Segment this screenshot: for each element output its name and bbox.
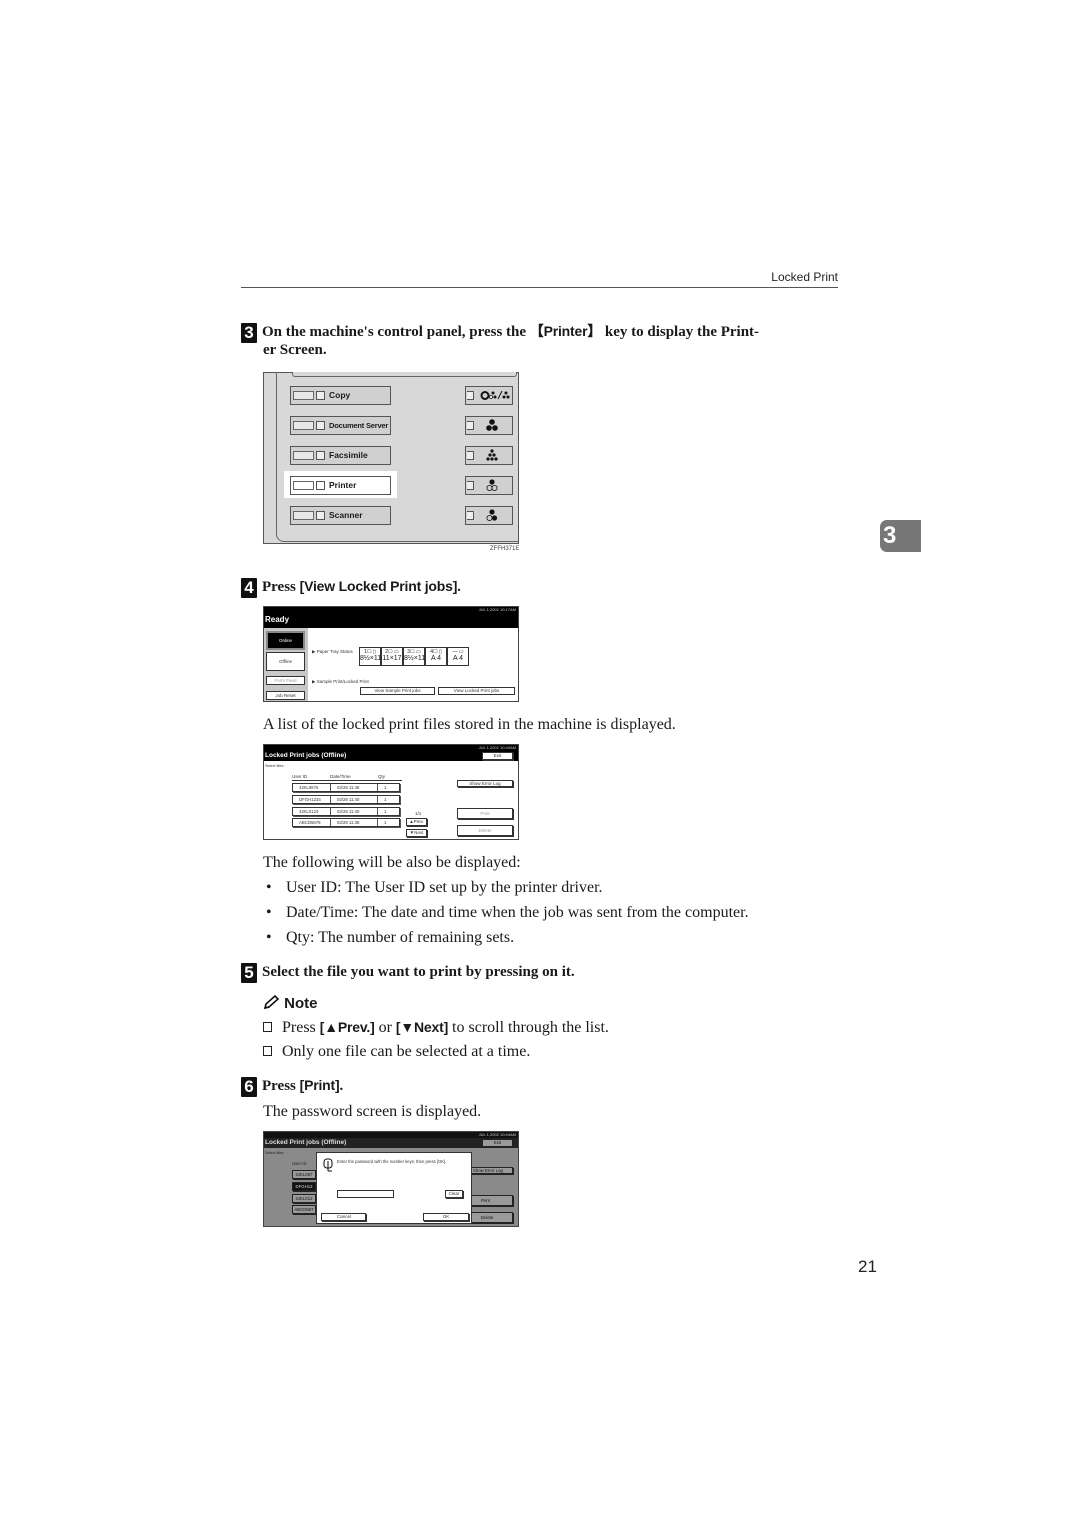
chapter-tab: 3	[880, 520, 921, 552]
col-user-id: User ID	[292, 774, 308, 779]
tray-4: 4☐ ▯ A 4	[425, 647, 447, 666]
col-user-id: User ID	[292, 1161, 307, 1166]
delete-button[interactable]: Delete	[470, 1212, 513, 1223]
print-button[interactable]: Print	[470, 1195, 513, 1206]
two-color-key[interactable]	[465, 506, 513, 525]
full-color-key[interactable]	[465, 416, 513, 435]
step-5-heading: 5 Select the file you want to print by pr…	[241, 963, 841, 983]
auto-color-key[interactable]	[465, 386, 513, 405]
step-6-heading: 6 Press [Print].	[241, 1076, 841, 1097]
step-number: 6	[241, 1077, 257, 1097]
full-color-icon	[486, 419, 498, 431]
exit-button[interactable]: Exit	[482, 1139, 513, 1147]
print-button[interactable]: Print	[457, 808, 513, 819]
tray-2: 2☐ ▭ 11×17	[381, 647, 403, 666]
step-number: 4	[241, 578, 257, 598]
job-row[interactable]: 3JKL087	[292, 1170, 316, 1179]
show-error-log-button[interactable]: Show Error Log	[457, 780, 513, 787]
job-reset-button[interactable]: Job Reset	[266, 691, 305, 700]
view-locked-key-label: [View Locked Print jobs]	[299, 578, 458, 594]
black-icon	[486, 479, 498, 491]
next-button[interactable]: ▼Next	[406, 829, 427, 837]
view-locked-print-jobs-button[interactable]: View Locked Print jobs	[438, 687, 515, 695]
password-dialog: Enter the password with the number keys,…	[316, 1152, 472, 1224]
bullet-item: • Qty: The number of remaining sets.	[266, 929, 515, 946]
job-row[interactable]: DFGH1234 03/28 11:40 1	[292, 795, 400, 804]
bullet-item: • User ID: The User ID set up by the prin…	[266, 879, 603, 896]
select-files-label: Select files.	[265, 764, 285, 768]
cancel-button[interactable]: Cancel	[321, 1213, 366, 1221]
screen-title: Ready	[264, 613, 518, 628]
prev-button[interactable]: ▲Prev.	[406, 818, 427, 826]
bullet-item: • Date/Time: The date and time when the j…	[266, 904, 749, 921]
info-icon	[323, 1158, 333, 1172]
tray-1: 1☐ ▯ 8½×11	[359, 647, 381, 666]
also-displayed-intro: The following will be also be displayed:	[263, 854, 521, 871]
job-row[interactable]: 3JKL0876 03/28 11:48 1	[292, 783, 400, 792]
sample-print-label: ▶ Sample Print/Locked Print	[312, 679, 369, 684]
running-header: Locked Print	[241, 270, 838, 288]
delete-button[interactable]: Delete	[457, 825, 513, 836]
password-screen-text: The password screen is displayed.	[263, 1103, 482, 1120]
print-key-label: [Print]	[299, 1077, 340, 1093]
tray-3: 3☐ ▭ 8½×11	[403, 647, 425, 666]
select-files-label: Select files.	[265, 1151, 285, 1155]
figure-code: ZFFH371E	[490, 546, 520, 552]
note-heading: Note	[263, 994, 318, 1012]
job-row[interactable]: 3JKL012	[292, 1194, 316, 1203]
step-3-heading: 3 On the machine's control panel, press t…	[241, 322, 841, 343]
offline-button[interactable]: Offline	[266, 652, 305, 671]
section-title: Locked Print	[771, 270, 838, 284]
paper-tray-label: ▶ Paper Tray Status	[312, 649, 353, 654]
checkbox-bullet-icon	[263, 1022, 272, 1032]
view-sample-print-jobs-button[interactable]: View Sample Print jobs	[360, 687, 435, 695]
form-feed-button[interactable]: Form Feed	[266, 676, 305, 685]
locked-print-jobs-screen: JUL 1,2002 10:40AM Locked Print jobs (Of…	[263, 744, 519, 840]
scanner-key[interactable]: Scanner	[290, 506, 391, 525]
clear-button[interactable]: Clear	[445, 1190, 463, 1198]
screen-title: Locked Print jobs (Offline)	[264, 751, 518, 761]
show-error-log-button[interactable]: Show Error Log	[470, 1167, 513, 1174]
color-mode-icon	[480, 390, 510, 400]
printer-key[interactable]: Printer	[290, 476, 391, 495]
online-button[interactable]: Online	[266, 631, 305, 650]
facsimile-key[interactable]: Facsimile	[290, 446, 391, 465]
copy-key[interactable]: Copy	[290, 386, 391, 405]
exit-button[interactable]: Exit	[482, 752, 513, 760]
col-qty: Qty	[378, 774, 386, 779]
note-item: Only one file can be selected at a time.	[263, 1042, 530, 1062]
page-indicator: 1/1	[415, 811, 422, 816]
black-white-key[interactable]	[465, 476, 513, 495]
step-3-continuation: er Screen.	[263, 342, 327, 358]
step-4-heading: 4 Press [View Locked Print jobs].	[241, 577, 841, 598]
step-number: 3	[241, 323, 257, 343]
job-row-selected[interactable]: DFGH12	[292, 1182, 316, 1191]
bypass-tray: — ▭ A 4	[447, 647, 469, 666]
page-number: 21	[858, 1257, 877, 1276]
job-row[interactable]: ABCD567	[292, 1205, 316, 1214]
ok-button[interactable]: OK	[423, 1213, 469, 1221]
document-server-key[interactable]: Document Server	[290, 416, 391, 435]
control-panel-figure: Copy Document Server Facsimile Printer S…	[263, 372, 519, 544]
two-color-icon	[486, 509, 498, 521]
intro-text: A list of the locked print files stored …	[263, 716, 676, 733]
password-input[interactable]	[337, 1190, 394, 1198]
password-screen: JUL 1,2002 10:44AM Locked Print jobs (Of…	[263, 1131, 519, 1227]
single-color-key[interactable]	[465, 446, 513, 465]
dialog-message: Enter the password with the number keys,…	[337, 1159, 447, 1164]
ready-screen: JUL 1,2002 10:17AM Ready Online Offline …	[263, 606, 519, 702]
checkbox-bullet-icon	[263, 1046, 272, 1056]
printer-key-label: 【Printer】	[529, 323, 602, 339]
job-row[interactable]: 3JKL0123 03/28 11:40 1	[292, 807, 400, 816]
four-color-icon	[486, 449, 498, 461]
pencil-icon	[263, 994, 280, 1010]
job-row[interactable]: ABCD5678 03/28 11:38 1	[292, 818, 400, 827]
screen-title: Locked Print jobs (Offline)	[264, 1138, 518, 1148]
step-number: 5	[241, 963, 257, 983]
note-item: Press [▲Prev.] or [▼Next] to scroll thro…	[263, 1017, 609, 1038]
col-date-time: Date/Time	[330, 774, 351, 779]
